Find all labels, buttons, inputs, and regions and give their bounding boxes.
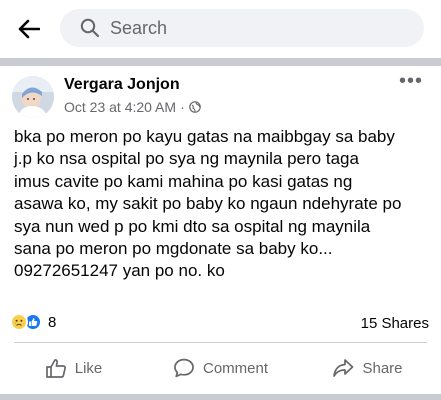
bottom-divider: [0, 394, 441, 400]
back-button[interactable]: [14, 14, 44, 44]
search-placeholder: Search: [110, 17, 168, 38]
post-text-line: bka po meron po kayu gatas na maibbgay s…: [14, 127, 395, 146]
meta-separator: ·: [180, 99, 185, 115]
like-label: Like: [74, 359, 103, 377]
avatar[interactable]: [12, 76, 54, 118]
more-options-button[interactable]: •••: [399, 71, 423, 91]
share-label: Share: [362, 359, 403, 377]
top-bar: Search: [0, 0, 441, 58]
share-button[interactable]: Share: [294, 352, 441, 384]
share-arrow-icon: [333, 359, 354, 377]
post-text-line: sya nun wed p po kmi dto sa ospital ng m…: [14, 216, 371, 236]
reactions-summary[interactable]: 8: [10, 313, 56, 331]
search-input[interactable]: Search: [60, 9, 424, 47]
comment-icon: [174, 358, 194, 378]
post-text-line: asawa ko, my sakit po baby ko ngaun ndeh…: [14, 194, 402, 214]
comment-label: Comment: [202, 359, 269, 377]
avatar-image: [12, 76, 54, 118]
post-text-line: j.p ko nsa ospital po sya ng maynila per…: [14, 149, 359, 169]
post-meta: Oct 23 at 4:20 AM ·: [64, 99, 201, 115]
post-text-line: 09272651247 yan po no. ko: [14, 261, 225, 281]
comment-button[interactable]: Comment: [147, 352, 294, 384]
post-text: bka po meron po kayu gatas na maibbgay s…: [14, 126, 430, 283]
post-text-line: sana po meron po mgdonate sa baby ko...: [14, 239, 333, 259]
actions-divider: [14, 342, 427, 343]
reaction-count: 8: [48, 313, 57, 331]
globe-icon: [188, 101, 201, 113]
sad-reaction-icon: [10, 313, 28, 331]
post-text-line: imus cavite po kami mahina po kasi gatas…: [14, 171, 353, 191]
back-arrow-icon: [18, 19, 40, 39]
shares-count[interactable]: 15 Shares: [361, 315, 429, 332]
search-icon: [80, 18, 100, 38]
post-card: Vergara Jonjon Oct 23 at 4:20 AM · ••• b…: [0, 66, 441, 400]
thumbs-up-icon: [45, 359, 66, 378]
author-name[interactable]: Vergara Jonjon: [64, 76, 180, 94]
post-actions: Like Comment Share: [0, 352, 441, 384]
post-timestamp[interactable]: Oct 23 at 4:20 AM: [64, 99, 176, 115]
like-button[interactable]: Like: [0, 352, 147, 384]
section-divider: [0, 58, 441, 66]
